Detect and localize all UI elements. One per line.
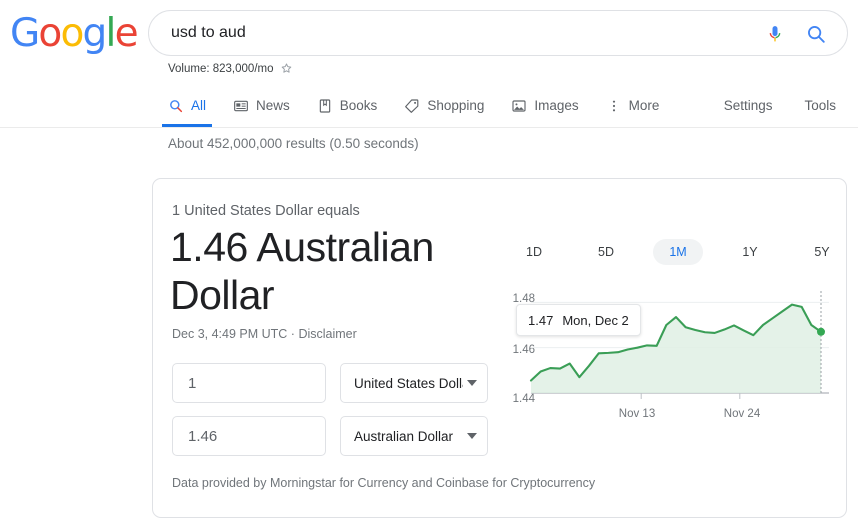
book-icon	[317, 98, 333, 114]
to-currency-label: Australian Dollar	[354, 429, 463, 444]
result-stats: About 452,000,000 results (0.50 seconds)	[168, 136, 419, 151]
nav-tab-more-label: More	[629, 98, 660, 113]
chevron-down-icon	[467, 380, 477, 386]
star-outline-icon[interactable]	[280, 62, 293, 75]
search-input[interactable]	[171, 11, 751, 55]
chart-range-tabs: 1D 5D 1M 1Y 5Y Max	[509, 239, 858, 265]
data-attribution: Data provided by Morningstar for Currenc…	[172, 476, 595, 490]
nav-tab-news[interactable]: News	[233, 84, 290, 127]
range-tab-1d[interactable]: 1D	[509, 239, 559, 265]
microphone-icon[interactable]	[765, 23, 785, 45]
nav-tab-more[interactable]: More	[606, 84, 660, 127]
keyword-volume-extension: Volume: 823,000/mo	[168, 62, 293, 75]
nav-tab-images[interactable]: Images	[511, 84, 578, 127]
range-tab-1m[interactable]: 1M	[653, 239, 703, 265]
conversion-heading: 1 United States Dollar equals	[172, 203, 360, 219]
google-logo[interactable]: Google	[10, 14, 137, 53]
timestamp-text: Dec 3, 4:49 PM UTC ·	[172, 327, 298, 341]
more-vertical-icon	[606, 98, 622, 114]
nav-divider	[0, 127, 858, 128]
volume-text: Volume: 823,000/mo	[168, 63, 274, 75]
nav-tab-images-label: Images	[534, 98, 578, 113]
from-amount-input[interactable]: 1	[172, 363, 326, 403]
logo-letter-o2: o	[60, 14, 82, 53]
tooltip-date: Mon, Dec 2	[562, 313, 628, 328]
logo-letter-g1: G	[10, 14, 38, 53]
chevron-down-icon	[467, 433, 477, 439]
nav-right-actions: Settings Tools	[724, 84, 836, 127]
logo-letter-l: l	[106, 14, 115, 53]
page-header: Google Volume: 823,000/mo	[0, 0, 858, 128]
nav-tab-all-label: All	[191, 98, 206, 113]
from-currency-label: United States Dollar	[354, 376, 463, 391]
search-bar[interactable]	[148, 10, 848, 56]
nav-tab-shopping[interactable]: Shopping	[404, 84, 484, 127]
to-currency-select[interactable]: Australian Dollar	[340, 416, 488, 456]
range-tab-5y[interactable]: 5Y	[797, 239, 847, 265]
from-currency-select[interactable]: United States Dollar	[340, 363, 488, 403]
nav-tab-shopping-label: Shopping	[427, 98, 484, 113]
conversion-result: 1.46 Australian Dollar	[170, 223, 470, 319]
to-amount-input[interactable]: 1.46	[172, 416, 326, 456]
chart-tooltip: 1.47 Mon, Dec 2	[516, 304, 641, 336]
nav-tab-news-label: News	[256, 98, 290, 113]
nav-tab-books-label: Books	[340, 98, 378, 113]
nav-tab-all[interactable]: All	[168, 84, 206, 127]
search-icon	[168, 98, 184, 114]
settings-button[interactable]: Settings	[724, 98, 773, 113]
logo-letter-o1: o	[38, 14, 60, 53]
rate-timestamp: Dec 3, 4:49 PM UTC · Disclaimer	[172, 327, 357, 341]
news-icon	[233, 98, 249, 114]
image-icon	[511, 98, 527, 114]
tools-button[interactable]: Tools	[804, 98, 836, 113]
tag-icon	[404, 98, 420, 114]
range-tab-1y[interactable]: 1Y	[725, 239, 775, 265]
logo-letter-g2: g	[83, 14, 106, 53]
nav-item-list: All News	[168, 84, 686, 127]
search-nav-tabs: All News	[0, 84, 858, 128]
nav-tab-books[interactable]: Books	[317, 84, 378, 127]
search-submit-icon[interactable]	[805, 23, 827, 45]
from-currency-row: 1 United States Dollar	[172, 363, 488, 403]
range-tab-5d[interactable]: 5D	[581, 239, 631, 265]
currency-converter-card: 1 United States Dollar equals 1.46 Austr…	[152, 178, 847, 518]
tooltip-value: 1.47	[528, 313, 553, 328]
to-currency-row: 1.46 Australian Dollar	[172, 416, 488, 456]
logo-letter-e: e	[115, 14, 137, 53]
disclaimer-link[interactable]: Disclaimer	[298, 327, 356, 341]
